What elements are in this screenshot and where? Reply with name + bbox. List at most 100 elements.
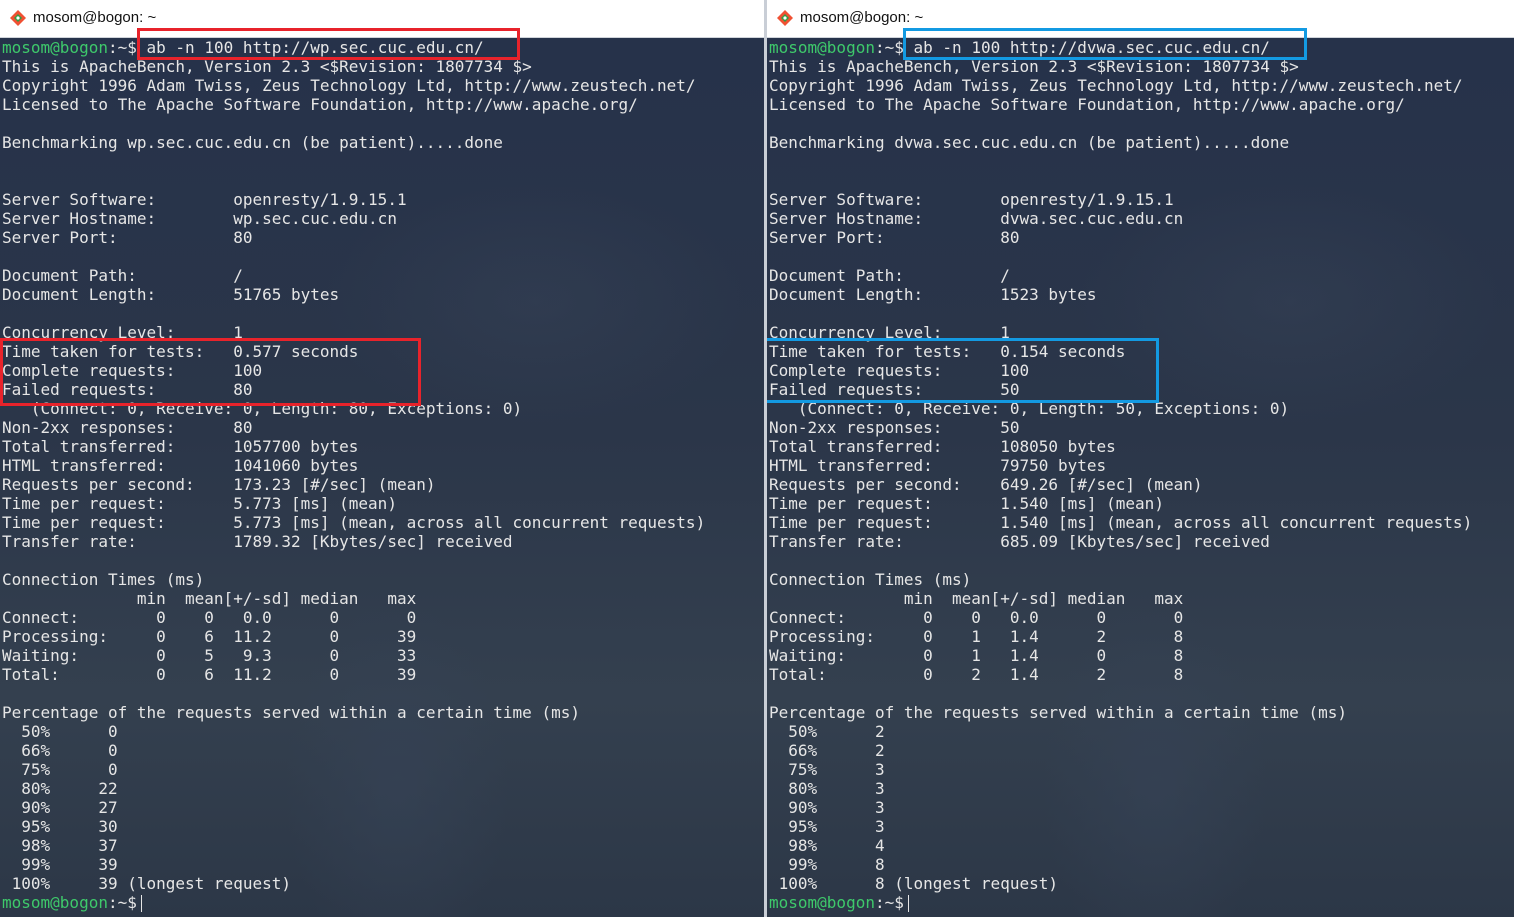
output-line: 75% 3 xyxy=(769,760,885,779)
prompt-suffix: :~$ xyxy=(107,38,137,57)
output-line: min mean[+/-sd] median max xyxy=(2,589,417,608)
output-line: Total: 0 6 11.2 0 39 xyxy=(2,665,417,684)
output-line: Document Length: 1523 bytes xyxy=(769,285,1097,304)
results-highlight-box xyxy=(0,338,421,406)
output-line: 98% 37 xyxy=(2,836,118,855)
output-line: 90% 27 xyxy=(2,798,118,817)
text-cursor xyxy=(907,895,909,912)
output-line: HTML transferred: 79750 bytes xyxy=(769,456,1107,475)
output-line: Server Port: 80 xyxy=(769,228,1020,247)
output-line: min mean[+/-sd] median max xyxy=(769,589,1184,608)
output-line: Time per request: 5.773 [ms] (mean) xyxy=(2,494,397,513)
output-line: Benchmarking dvwa.sec.cuc.edu.cn (be pat… xyxy=(769,133,1290,152)
text-cursor xyxy=(140,895,142,912)
final-prompt-line[interactable]: mosom@bogon:~$ xyxy=(769,893,1472,912)
output-line: Requests per second: 649.26 [#/sec] (mea… xyxy=(769,475,1203,494)
output-line: Server Port: 80 xyxy=(2,228,253,247)
output-line: Processing: 0 1 1.4 2 8 xyxy=(769,627,1184,646)
window-title: mosom@bogon: ~ xyxy=(800,9,924,26)
output-line: Transfer rate: 685.09 [Kbytes/sec] recei… xyxy=(769,532,1270,551)
output-line: 50% 0 xyxy=(2,722,118,741)
output-line: Connection Times (ms) xyxy=(2,570,205,589)
git-bash-diamond-icon xyxy=(10,10,26,26)
output-line: 95% 30 xyxy=(2,817,118,836)
prompt-user: mosom@bogon xyxy=(769,893,875,912)
output-line: Document Path: / xyxy=(2,266,243,285)
output-line: Percentage of the requests served within… xyxy=(2,703,580,722)
output-line: Server Hostname: wp.sec.cuc.edu.cn xyxy=(2,209,397,228)
output-line: 66% 2 xyxy=(769,741,885,760)
results-highlight-box xyxy=(767,338,1159,403)
output-line: Time per request: 1.540 [ms] (mean) xyxy=(769,494,1164,513)
output-line: Licensed to The Apache Software Foundati… xyxy=(769,95,1405,114)
prompt-suffix: :~$ xyxy=(874,893,904,912)
prompt-suffix: :~$ xyxy=(107,893,137,912)
output-line: Copyright 1996 Adam Twiss, Zeus Technolo… xyxy=(769,76,1463,95)
output-line: Time per request: 1.540 [ms] (mean, acro… xyxy=(769,513,1473,532)
output-line: 100% 39 (longest request) xyxy=(2,874,291,893)
output-line: Time per request: 5.773 [ms] (mean, acro… xyxy=(2,513,706,532)
output-line: 75% 0 xyxy=(2,760,118,779)
output-line: 95% 3 xyxy=(769,817,885,836)
command-highlight-box xyxy=(137,28,520,60)
output-line: HTML transferred: 1041060 bytes xyxy=(2,456,359,475)
command-highlight-box xyxy=(903,28,1307,60)
output-line: 100% 8 (longest request) xyxy=(769,874,1058,893)
output-line: Total transferred: 108050 bytes xyxy=(769,437,1116,456)
output-line: Document Length: 51765 bytes xyxy=(2,285,340,304)
output-line: Non-2xx responses: 50 xyxy=(769,418,1020,437)
output-line: Processing: 0 6 11.2 0 39 xyxy=(2,627,417,646)
output-line: Requests per second: 173.23 [#/sec] (mea… xyxy=(2,475,436,494)
output-line: 66% 0 xyxy=(2,741,118,760)
terminal-window-left: mosom@bogon: ~ mosom@bogon:~$ ab -n 100 … xyxy=(0,0,764,917)
output-line: Server Software: openresty/1.9.15.1 xyxy=(769,190,1174,209)
output-line: Waiting: 0 5 9.3 0 33 xyxy=(2,646,417,665)
output-line: Document Path: / xyxy=(769,266,1010,285)
output-line: Connect: 0 0 0.0 0 0 xyxy=(769,608,1184,627)
window-title: mosom@bogon: ~ xyxy=(33,9,157,26)
output-line: Licensed to The Apache Software Foundati… xyxy=(2,95,638,114)
output-line: Connection Times (ms) xyxy=(769,570,972,589)
output-line: 99% 8 xyxy=(769,855,885,874)
output-line: Non-2xx responses: 80 xyxy=(2,418,253,437)
output-line: Total transferred: 1057700 bytes xyxy=(2,437,359,456)
output-line: Server Software: openresty/1.9.15.1 xyxy=(2,190,407,209)
prompt-user: mosom@bogon xyxy=(769,38,875,57)
output-line: 80% 22 xyxy=(2,779,118,798)
output-line: Benchmarking wp.sec.cuc.edu.cn (be patie… xyxy=(2,133,503,152)
prompt-user: mosom@bogon xyxy=(2,893,108,912)
terminal-output: mosom@bogon:~$ ab -n 100 http://wp.sec.c… xyxy=(2,38,705,912)
prompt-user: mosom@bogon xyxy=(2,38,108,57)
output-line: 50% 2 xyxy=(769,722,885,741)
output-line: 90% 3 xyxy=(769,798,885,817)
output-line: Total: 0 2 1.4 2 8 xyxy=(769,665,1184,684)
output-line: 98% 4 xyxy=(769,836,885,855)
output-line: Percentage of the requests served within… xyxy=(769,703,1347,722)
output-line: Waiting: 0 1 1.4 0 8 xyxy=(769,646,1184,665)
git-bash-diamond-icon xyxy=(777,10,793,26)
output-line: Copyright 1996 Adam Twiss, Zeus Technolo… xyxy=(2,76,696,95)
prompt-suffix: :~$ xyxy=(874,38,904,57)
output-line: Transfer rate: 1789.32 [Kbytes/sec] rece… xyxy=(2,532,513,551)
final-prompt-line[interactable]: mosom@bogon:~$ xyxy=(2,893,705,912)
output-line: Server Hostname: dvwa.sec.cuc.edu.cn xyxy=(769,209,1184,228)
output-line: 99% 39 xyxy=(2,855,118,874)
terminal-output: mosom@bogon:~$ ab -n 100 http://dvwa.sec… xyxy=(769,38,1472,912)
output-line: Connect: 0 0 0.0 0 0 xyxy=(2,608,417,627)
terminal-window-right: mosom@bogon: ~ mosom@bogon:~$ ab -n 100 … xyxy=(767,0,1514,917)
output-line: 80% 3 xyxy=(769,779,885,798)
